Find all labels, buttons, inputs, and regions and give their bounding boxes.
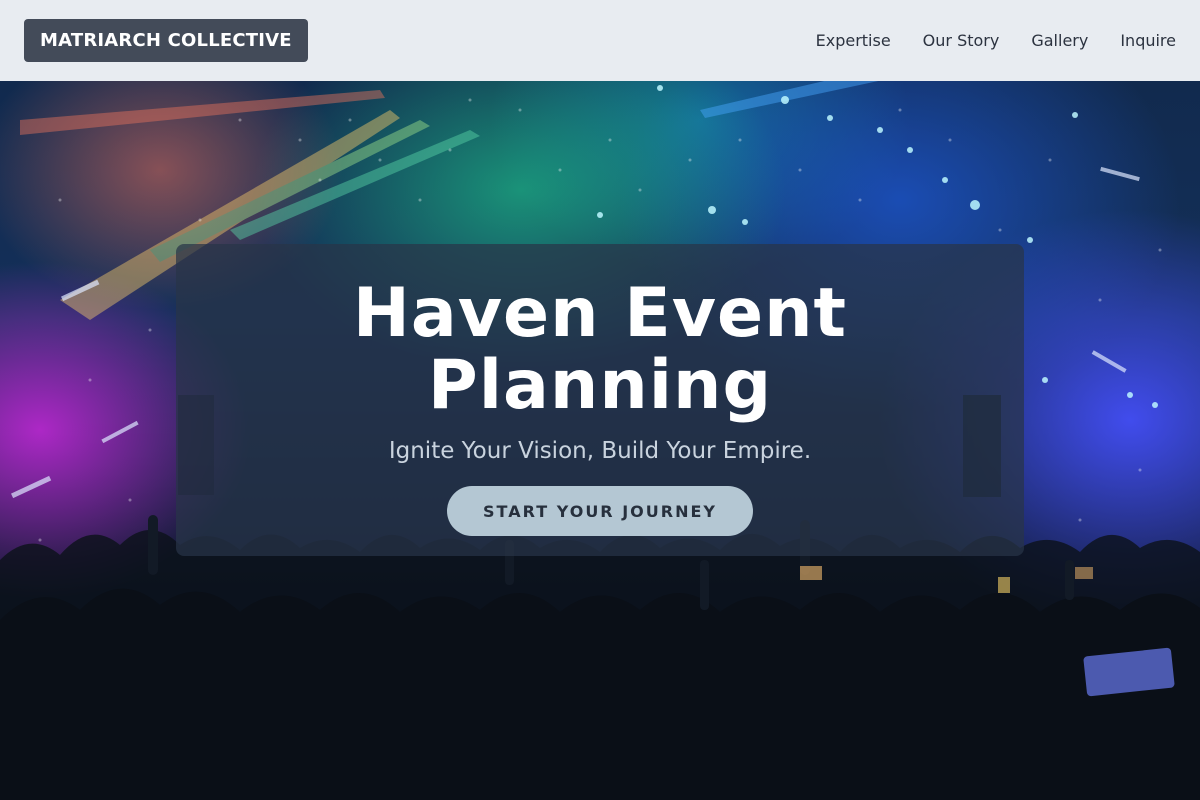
brand-logo[interactable]: MATRIARCH COLLECTIVE bbox=[24, 19, 308, 62]
nav-link-our-story[interactable]: Our Story bbox=[923, 31, 1000, 50]
hero-subtitle: Ignite Your Vision, Build Your Empire. bbox=[388, 438, 812, 464]
start-journey-button[interactable]: START YOUR JOURNEY bbox=[447, 486, 753, 536]
top-navbar: MATRIARCH COLLECTIVE Expertise Our Story… bbox=[0, 0, 1200, 81]
nav-link-inquire[interactable]: Inquire bbox=[1120, 31, 1176, 50]
nav-link-expertise[interactable]: Expertise bbox=[816, 31, 891, 50]
nav-menu: Expertise Our Story Gallery Inquire bbox=[816, 31, 1176, 50]
hero-title: Haven Event Planning bbox=[352, 274, 848, 425]
nav-link-gallery[interactable]: Gallery bbox=[1031, 31, 1088, 50]
hero-card: Haven Event Planning Ignite Your Vision,… bbox=[176, 244, 1024, 556]
